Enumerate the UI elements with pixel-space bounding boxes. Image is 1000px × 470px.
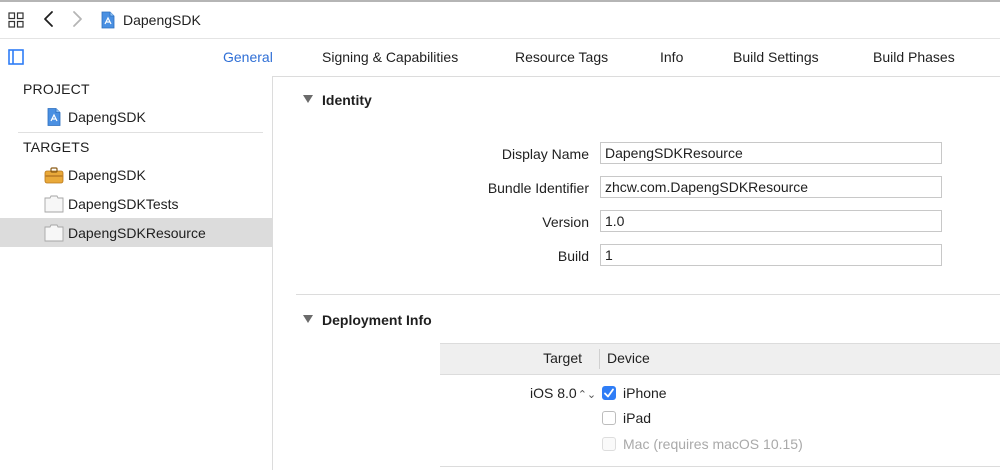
sidebar-item-project[interactable]: DapengSDK (0, 102, 272, 131)
mac-checkbox-label: Mac (requires macOS 10.15) (623, 436, 803, 452)
sidebar-item-label: DapengSDK (68, 167, 146, 183)
project-targets-sidebar: PROJECT DapengSDK TARGETS DapengSDK Dape… (0, 76, 273, 470)
tab-build-settings[interactable]: Build Settings (733, 39, 819, 76)
bundle-identifier-label: Bundle Identifier (487, 180, 589, 196)
version-field[interactable] (600, 210, 942, 232)
display-name-label: Display Name (501, 146, 589, 162)
tab-resource-tags[interactable]: Resource Tags (515, 39, 608, 76)
mac-checkbox (602, 437, 616, 451)
sidebar-item-label: DapengSDKResource (68, 225, 206, 241)
ipad-checkbox-label: iPad (623, 410, 652, 426)
tab-info[interactable]: Info (660, 39, 683, 76)
back-chevron-icon[interactable] (41, 9, 57, 29)
display-name-field[interactable] (600, 142, 942, 164)
checkmark-icon (604, 388, 614, 398)
identity-section-title: Identity (322, 92, 372, 108)
popup-stepper-icon: ⌃⌄ (577, 389, 597, 401)
breadcrumb-project-name[interactable]: DapengSDK (123, 11, 201, 29)
editor-tab-bar: General Signing & Capabilities Resource … (0, 38, 1000, 77)
ios-version-value: iOS 8.0 (530, 385, 577, 401)
sidebar-divider (18, 132, 263, 133)
identity-disclosure-triangle-icon[interactable] (302, 94, 314, 104)
ipad-checkbox[interactable] (602, 411, 616, 425)
deployment-disclosure-triangle-icon[interactable] (302, 314, 314, 324)
sidebar-item-target-dapengsdkresource[interactable]: DapengSDKResource (0, 218, 272, 247)
ios-deployment-target-popup[interactable]: iOS 8.0⌃⌄ (530, 385, 596, 401)
device-column-header: Device (607, 350, 650, 366)
bundle-target-icon (44, 224, 64, 242)
column-separator (599, 349, 600, 369)
sidebar-item-label: DapengSDKTests (68, 196, 179, 212)
iphone-checkbox[interactable] (602, 386, 616, 400)
sidebar-item-label: DapengSDK (68, 109, 146, 125)
table-bottom-border (440, 466, 1000, 467)
tab-build-phases[interactable]: Build Phases (873, 39, 955, 76)
project-file-icon (47, 108, 61, 126)
editor-jump-bar: DapengSDK (0, 2, 1000, 38)
sidebar-toggle-icon[interactable] (8, 49, 24, 65)
related-items-grid-icon[interactable] (8, 12, 24, 28)
sidebar-item-target-dapengsdk[interactable]: DapengSDK (0, 160, 272, 189)
deployment-table-header: Target Device (440, 343, 1000, 375)
bundle-target-icon (44, 195, 64, 213)
forward-chevron-icon[interactable] (69, 9, 85, 29)
project-section-header: PROJECT (23, 81, 90, 97)
tab-general[interactable]: General (223, 39, 273, 76)
framework-toolbox-icon (44, 167, 64, 184)
sidebar-item-target-dapengsdktests[interactable]: DapengSDKTests (0, 189, 272, 218)
project-file-icon (101, 11, 115, 29)
bundle-identifier-field[interactable] (600, 176, 942, 198)
targets-section-header: TARGETS (23, 139, 90, 155)
target-column-header: Target (543, 350, 582, 366)
section-divider (296, 294, 1000, 295)
build-label: Build (557, 248, 589, 264)
tab-signing-capabilities[interactable]: Signing & Capabilities (322, 39, 458, 76)
deployment-section-title: Deployment Info (322, 312, 432, 328)
iphone-checkbox-label: iPhone (623, 385, 667, 401)
build-field[interactable] (600, 244, 942, 266)
version-label: Version (542, 214, 589, 230)
